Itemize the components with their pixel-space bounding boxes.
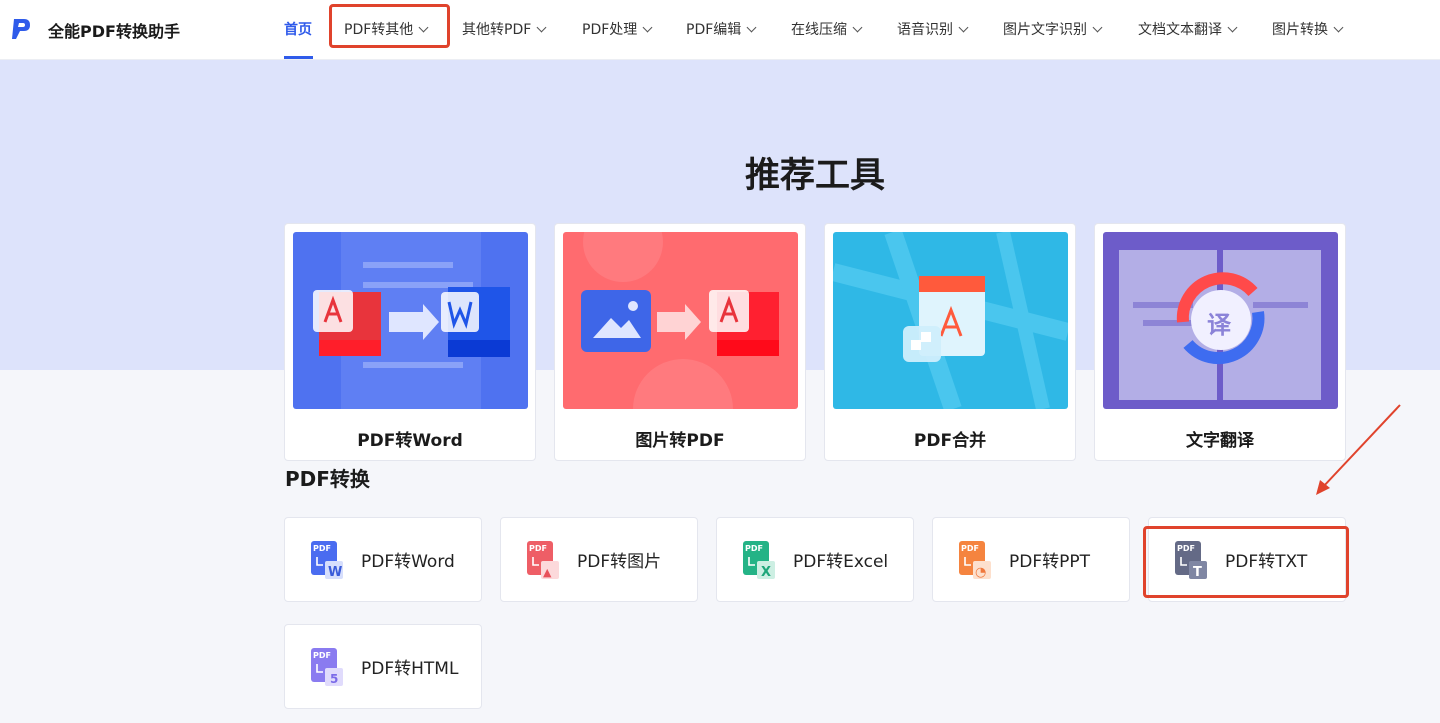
nav-home[interactable]: 首页 — [284, 20, 312, 40]
tool-label: PDF转Word — [361, 552, 455, 572]
rec-card-image-to-pdf[interactable]: 图片转PDF — [554, 223, 806, 461]
nav-speech-recognition[interactable]: 语音识别 — [897, 20, 969, 40]
recommend-title: 推荐工具 — [744, 156, 885, 196]
nav-pdf-edit[interactable]: PDF编辑 — [686, 20, 757, 40]
annotation-highlight-nav — [329, 4, 450, 48]
svg-text:PDF: PDF — [313, 544, 331, 553]
tool-pdf-to-html[interactable]: PDF 5 PDF转HTML — [284, 624, 482, 709]
pdf-to-word-illustration — [293, 232, 528, 409]
tool-pdf-to-excel[interactable]: PDF X PDF转Excel — [716, 517, 914, 602]
top-header: 全能PDF转换助手 首页 PDF转其他 其他转PDF PDF处理 PDF编辑 在… — [0, 0, 1440, 60]
tool-label: PDF转HTML — [361, 659, 459, 679]
pdf-image-icon: PDF ▲ — [527, 541, 559, 579]
tool-label: PDF转Excel — [793, 552, 889, 572]
rec-card-pdf-to-word[interactable]: PDF转Word — [284, 223, 536, 461]
chevron-down-icon — [746, 22, 757, 33]
pdf-excel-icon: PDF X — [743, 541, 775, 580]
pdf-html-icon: PDF 5 — [311, 648, 343, 686]
svg-text:X: X — [761, 565, 771, 580]
chevron-down-icon — [958, 22, 969, 33]
tool-pdf-to-image[interactable]: PDF ▲ PDF转图片 — [500, 517, 698, 602]
chevron-down-icon — [852, 22, 863, 33]
rec-label: 图片转PDF — [635, 431, 725, 451]
chevron-down-icon — [1333, 22, 1344, 33]
rec-label: PDF合并 — [913, 431, 987, 451]
chevron-down-icon — [536, 22, 547, 33]
tool-pdf-to-ppt[interactable]: PDF ◔ PDF转PPT — [932, 517, 1130, 602]
tool-pdf-to-word[interactable]: PDF W PDF转Word — [284, 517, 482, 602]
svg-text:▲: ▲ — [543, 566, 552, 579]
pdf-merge-illustration — [833, 232, 1068, 409]
chevron-down-icon — [1092, 22, 1103, 33]
annotation-arrow-icon — [1316, 404, 1401, 495]
nav-image-convert[interactable]: 图片转换 — [1272, 20, 1344, 40]
conversion-title: PDF转换 — [285, 467, 370, 491]
text-translate-illustration: 译 — [1103, 232, 1338, 409]
tool-label: PDF转图片 — [577, 552, 662, 572]
nav-other-to-pdf[interactable]: 其他转PDF — [462, 20, 547, 40]
logo-icon[interactable] — [12, 17, 32, 41]
translate-glyph: 译 — [1207, 311, 1231, 339]
svg-text:PDF: PDF — [313, 651, 331, 660]
svg-text:5: 5 — [330, 672, 338, 686]
nav-online-compress[interactable]: 在线压缩 — [791, 20, 863, 40]
rec-card-pdf-merge[interactable]: PDF合并 — [824, 223, 1076, 461]
svg-text:PDF: PDF — [961, 544, 979, 553]
nav-image-ocr[interactable]: 图片文字识别 — [1003, 20, 1103, 40]
tool-label: PDF转PPT — [1009, 552, 1091, 572]
chevron-down-icon — [1227, 22, 1238, 33]
svg-text:PDF: PDF — [745, 544, 763, 553]
svg-text:◔: ◔ — [975, 565, 986, 580]
chevron-down-icon — [642, 22, 653, 33]
svg-text:PDF: PDF — [529, 544, 547, 553]
nav-doc-translate[interactable]: 文档文本翻译 — [1138, 20, 1238, 40]
brand-name[interactable]: 全能PDF转换助手 — [48, 18, 180, 42]
image-to-pdf-illustration — [563, 232, 798, 409]
nav-active-indicator — [284, 56, 313, 59]
annotation-highlight-txt — [1143, 526, 1349, 598]
svg-text:W: W — [328, 565, 342, 580]
nav-pdf-process[interactable]: PDF处理 — [582, 20, 653, 40]
pdf-ppt-icon: PDF ◔ — [959, 541, 991, 580]
pdf-word-icon: PDF W — [311, 541, 343, 580]
rec-label: PDF转Word — [357, 431, 463, 451]
